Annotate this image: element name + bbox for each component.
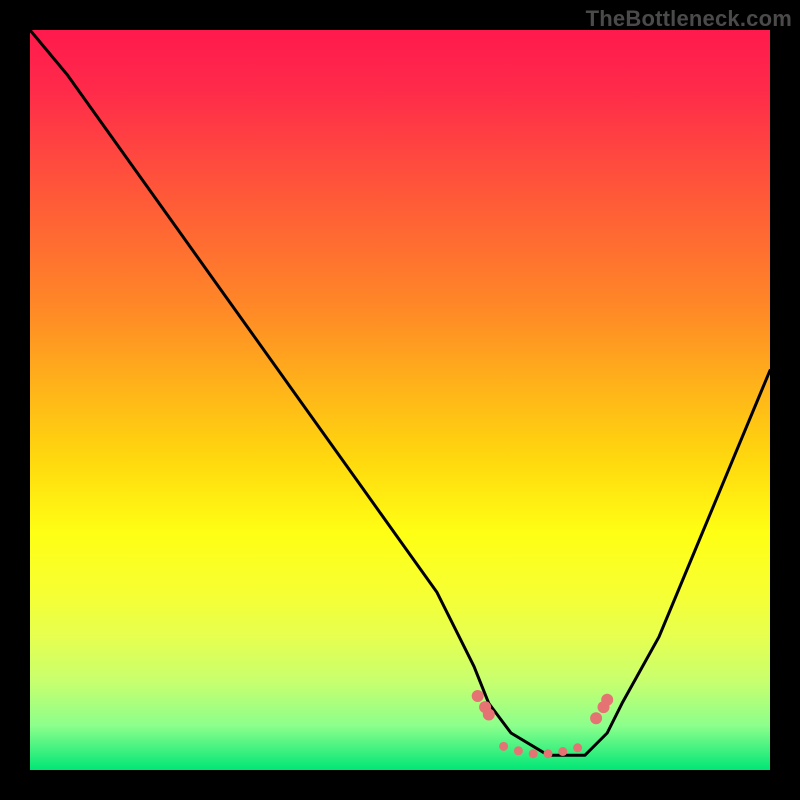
data-marker [472, 690, 484, 702]
data-marker [514, 746, 523, 755]
data-marker [558, 747, 567, 756]
plot-area [30, 30, 770, 770]
bottleneck-curve-path [30, 30, 770, 755]
data-marker [590, 712, 602, 724]
data-marker [544, 749, 553, 758]
watermark-text: TheBottleneck.com [586, 6, 792, 32]
data-marker [483, 709, 495, 721]
chart-container: TheBottleneck.com [0, 0, 800, 800]
data-marker [529, 749, 538, 758]
data-marker [573, 743, 582, 752]
curve-group [30, 30, 770, 755]
data-marker [601, 694, 613, 706]
curve-layer [30, 30, 770, 770]
data-marker [499, 742, 508, 751]
